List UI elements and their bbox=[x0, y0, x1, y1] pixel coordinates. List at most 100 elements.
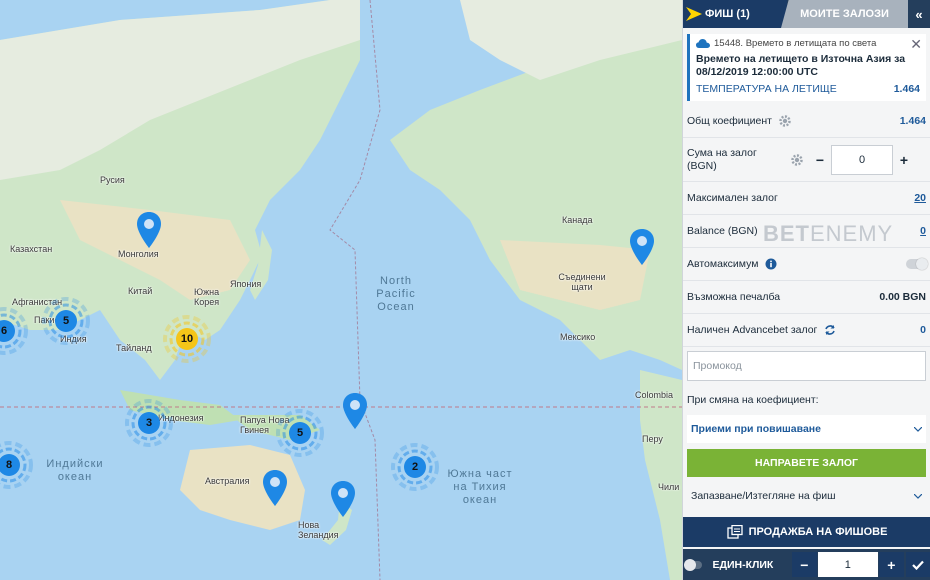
map-label-canada: Канада bbox=[562, 215, 593, 225]
map-label-china: Китай bbox=[128, 286, 153, 296]
tab-slip-label: ФИШ (1) bbox=[705, 8, 750, 20]
one-click-input[interactable]: 1 bbox=[817, 552, 878, 577]
map-label-usa: Съединени щати bbox=[558, 272, 606, 292]
advancebet-label: Наличен Advancebet залог bbox=[687, 323, 818, 336]
automax-row: Автомаксимум bbox=[683, 248, 930, 281]
one-click-increase-button[interactable]: + bbox=[878, 552, 904, 577]
betenemy-watermark: BETENEMY bbox=[763, 221, 893, 247]
map-pin-usa[interactable] bbox=[630, 229, 654, 265]
ocean-label-indian: Индийски океан bbox=[46, 458, 104, 483]
one-click-decrease-button[interactable]: − bbox=[791, 552, 817, 577]
map-label-south-korea: Южна Корея bbox=[194, 287, 220, 307]
map-label-new-zealand: Нова Зеландия bbox=[298, 520, 339, 540]
save-load-label: Запазване/Изтегляне на фиш bbox=[691, 490, 836, 502]
map-label-peru: Перу bbox=[642, 434, 663, 444]
one-click-label: ЕДИН-КЛИК bbox=[712, 558, 774, 571]
map-pin-pacific[interactable] bbox=[343, 393, 367, 429]
map-label-chile: Чили bbox=[658, 482, 680, 492]
max-bet-link[interactable]: 20 bbox=[914, 192, 926, 204]
cluster-marker[interactable]: 5 bbox=[276, 409, 324, 457]
possible-win-label: Възможна печалба bbox=[687, 291, 781, 303]
cluster-marker[interactable]: 3 bbox=[125, 399, 173, 447]
save-load-slip-dropdown[interactable]: Запазване/Изтегляне на фиш bbox=[687, 483, 926, 509]
play-icon bbox=[683, 0, 705, 28]
stake-label: Сума на залог (BGN) bbox=[687, 146, 757, 172]
map-label-thailand: Тайланд bbox=[116, 343, 152, 353]
cluster-marker[interactable]: 6 bbox=[0, 307, 28, 355]
map-label-japan: Япония bbox=[230, 279, 262, 289]
stake-decrease-button[interactable]: − bbox=[809, 152, 831, 168]
app-root: Русия Казахстан Монголия Афганистан Паки… bbox=[0, 0, 930, 580]
one-click-toggle[interactable] bbox=[683, 558, 703, 571]
gear-icon[interactable] bbox=[779, 115, 791, 127]
odds-change-selected: Приеми при повишаване bbox=[691, 423, 821, 435]
map-label-kazakhstan: Казахстан bbox=[10, 244, 53, 254]
cluster-count: 3 bbox=[145, 417, 153, 429]
map-label-australia: Австралия bbox=[205, 476, 250, 486]
advancebet-value: 0 bbox=[920, 324, 926, 336]
possible-win-row: Възможна печалба 0.00 BGN bbox=[683, 281, 930, 314]
map-label-russia: Русия bbox=[100, 175, 125, 185]
bet-event-text: 15448. Времето в летищата по света bbox=[714, 38, 877, 49]
sell-slips-label: ПРОДАЖБА НА ФИШОВЕ bbox=[748, 526, 888, 538]
ocean-label-north-pacific: North Pacific Ocean bbox=[376, 275, 416, 313]
cluster-marker[interactable]: 8 bbox=[0, 441, 33, 489]
chevron-down-icon bbox=[914, 493, 922, 499]
watermark-rest: ENEMY bbox=[810, 221, 894, 246]
chevron-down-icon bbox=[914, 426, 922, 432]
map-label-mongolia: Монголия bbox=[118, 249, 159, 259]
odds-change-select[interactable]: Приеми при повишаване bbox=[687, 415, 926, 443]
bet-selection-row: ТЕМПЕРАТУРА НА ЛЕТИЩЕ 1.464 bbox=[696, 83, 920, 95]
info-icon[interactable] bbox=[765, 258, 777, 270]
bet-card: 15448. Времето в летищата по света ✕ Вре… bbox=[687, 34, 926, 101]
advancebet-row: Наличен Advancebet залог 0 bbox=[683, 314, 930, 347]
one-click-bar: ЕДИН-КЛИК − 1 + bbox=[683, 549, 930, 580]
bet-event-row: 15448. Времето в летищата по света bbox=[696, 38, 920, 49]
cluster-count: 5 bbox=[62, 315, 70, 327]
possible-win-value: 0.00 BGN bbox=[879, 291, 926, 303]
stake-increase-button[interactable]: + bbox=[893, 152, 915, 168]
promo-code-input[interactable]: Промокод bbox=[687, 351, 926, 381]
bet-slip-panel: ФИШ (1) МОИТЕ ЗАЛОЗИ « 15448. Времето в … bbox=[682, 0, 930, 580]
remove-bet-icon[interactable]: ✕ bbox=[910, 36, 922, 53]
stake-input[interactable]: 0 bbox=[831, 144, 893, 175]
ocean-label-south-pacific: Южна част на Тихия океан bbox=[447, 468, 513, 506]
map-pin-australia[interactable] bbox=[263, 470, 287, 506]
map-pin-new-zealand[interactable] bbox=[331, 481, 355, 517]
total-odds-row: Общ коефициент 1.464 bbox=[683, 105, 930, 138]
odds-change-label: При смяна на коефициент: bbox=[687, 394, 819, 406]
automax-toggle[interactable] bbox=[906, 258, 928, 270]
tab-slip[interactable]: ФИШ (1) bbox=[683, 0, 787, 28]
map-label-colombia: Colombia bbox=[635, 390, 674, 400]
cluster-rings bbox=[0, 441, 33, 489]
sell-slip-icon bbox=[726, 525, 743, 539]
cloud-icon bbox=[696, 39, 710, 48]
total-odds-value: 1.464 bbox=[899, 115, 926, 127]
place-bet-button[interactable]: НАПРАВЕТЕ ЗАЛОГ bbox=[687, 449, 926, 477]
map-pin-mongolia[interactable] bbox=[137, 212, 161, 248]
total-odds-label: Общ коефициент bbox=[687, 114, 772, 127]
stake-stepper: − 0 + bbox=[809, 144, 915, 175]
slip-tabs: ФИШ (1) МОИТЕ ЗАЛОЗИ « bbox=[683, 0, 930, 28]
bet-selection: ТЕМПЕРАТУРА НА ЛЕТИЩЕ bbox=[696, 83, 837, 95]
one-click-confirm-button[interactable] bbox=[905, 552, 930, 577]
cluster-count: 2 bbox=[411, 461, 419, 473]
cluster-marker[interactable]: 10 bbox=[163, 315, 211, 363]
gear-icon[interactable] bbox=[791, 153, 803, 166]
world-map[interactable]: Русия Казахстан Монголия Афганистан Паки… bbox=[0, 0, 682, 580]
refresh-icon[interactable] bbox=[824, 324, 836, 336]
cluster-count: 5 bbox=[296, 427, 304, 439]
balance-row: Balance (BGN) BETENEMY 0 bbox=[683, 215, 930, 248]
cluster-marker[interactable]: 5 bbox=[42, 297, 90, 345]
collapse-button[interactable]: « bbox=[908, 0, 930, 28]
cluster-count: 6 bbox=[0, 325, 8, 337]
tab-my-bets[interactable]: МОИТЕ ЗАЛОЗИ bbox=[781, 0, 908, 28]
watermark-bold: BET bbox=[763, 221, 810, 246]
checkmark-icon bbox=[912, 560, 925, 570]
cluster-count: 8 bbox=[5, 459, 13, 471]
stake-row: Сума на залог (BGN) − 0 + bbox=[683, 138, 930, 182]
map-label-mexico: Мексико bbox=[560, 332, 596, 342]
sell-slips-button[interactable]: ПРОДАЖБА НА ФИШОВЕ bbox=[683, 517, 930, 547]
cluster-marker[interactable]: 2 bbox=[391, 443, 439, 491]
balance-link[interactable]: 0 bbox=[920, 225, 926, 237]
